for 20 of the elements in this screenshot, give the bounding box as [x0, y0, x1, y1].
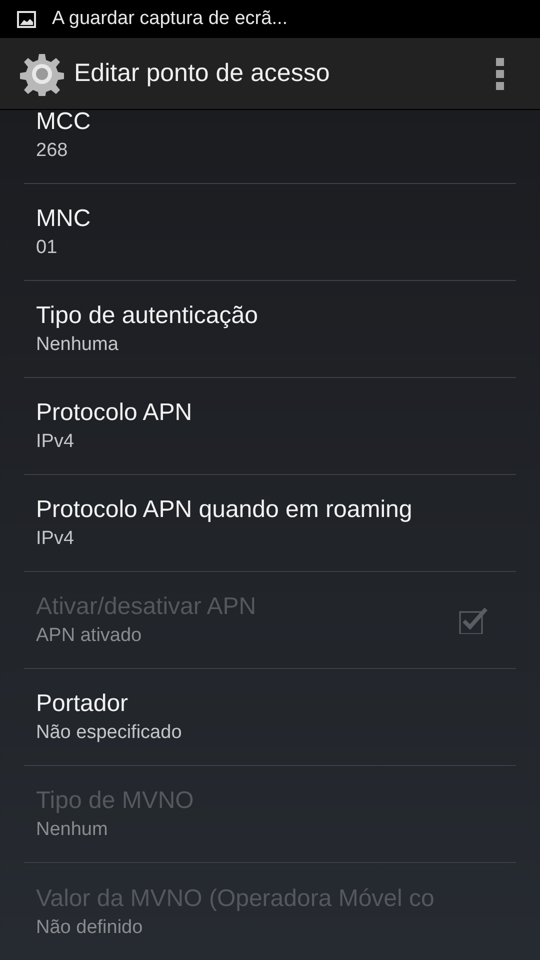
setting-title: Portador [36, 689, 130, 719]
image-icon [17, 10, 36, 28]
setting-title: Protocolo APN [36, 398, 194, 428]
setting-value: IPv4 [36, 527, 76, 551]
setting-title: MCC [36, 110, 92, 137]
setting-value: 268 [36, 139, 69, 163]
setting-title: Tipo de autenticação [36, 301, 259, 331]
overflow-menu-icon[interactable] [496, 58, 504, 90]
setting-value: APN ativado [36, 624, 143, 648]
screen-title: Editar ponto de acesso [74, 58, 331, 89]
notification-text: A guardar captura de ecrã... [52, 6, 288, 31]
setting-title: MNC [36, 204, 92, 234]
setting-value: Não especificado [36, 721, 183, 745]
setting-value: IPv4 [36, 430, 76, 454]
setting-value: Não definido [36, 916, 144, 940]
setting-value: Nenhuma [36, 333, 120, 357]
gear-icon[interactable] [20, 52, 64, 96]
setting-value: Nenhum [36, 818, 109, 842]
setting-value: 01 [36, 236, 58, 260]
setting-title: Protocolo APN quando em roaming [36, 495, 414, 525]
